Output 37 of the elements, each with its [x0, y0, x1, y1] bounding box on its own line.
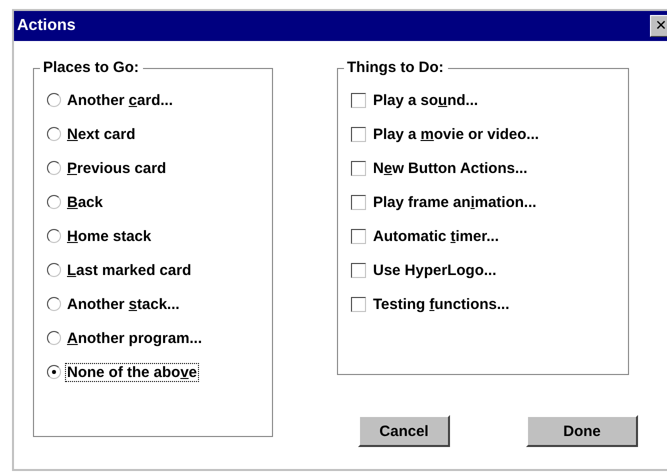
option-label[interactable]: Play a movie or video...: [371, 124, 541, 144]
option-label[interactable]: Another card...: [65, 90, 175, 110]
radio-button[interactable]: [47, 365, 61, 379]
radio-button[interactable]: [47, 127, 61, 141]
option-label[interactable]: Use HyperLogo...: [371, 260, 498, 280]
option-label[interactable]: Play frame animation...: [371, 192, 538, 212]
option-label[interactable]: New Button Actions...: [371, 158, 530, 178]
checkbox[interactable]: [351, 126, 366, 142]
option-label[interactable]: None of the above: [65, 362, 200, 382]
option-label[interactable]: Testing functions...: [371, 294, 512, 314]
window-title: Actions: [17, 17, 76, 35]
radio-button[interactable]: [47, 263, 61, 277]
checkbox[interactable]: [351, 296, 366, 312]
radio-button[interactable]: [47, 195, 61, 209]
option-label[interactable]: Automatic timer...: [371, 226, 501, 246]
close-button[interactable]: ✕: [650, 15, 667, 37]
radio-button[interactable]: [47, 93, 61, 107]
radio-button[interactable]: [47, 161, 61, 175]
option-label[interactable]: Home stack: [65, 226, 154, 246]
group-title: Things to Do:: [344, 59, 448, 77]
checkbox[interactable]: [351, 262, 366, 278]
option-label[interactable]: Next card: [65, 124, 138, 144]
cancel-button[interactable]: Cancel: [358, 415, 450, 447]
option-label[interactable]: Another program...: [65, 328, 204, 348]
radio-button[interactable]: [47, 297, 61, 311]
option-label[interactable]: Play a sound...: [371, 90, 480, 110]
checkbox[interactable]: [351, 194, 366, 210]
option-label[interactable]: Last marked card: [65, 260, 194, 280]
checkbox[interactable]: [351, 160, 366, 176]
checkbox[interactable]: [351, 92, 366, 108]
option-label[interactable]: Another stack...: [65, 294, 182, 314]
radio-button[interactable]: [47, 229, 61, 243]
checkbox[interactable]: [351, 228, 366, 244]
done-button[interactable]: Done: [526, 415, 638, 447]
option-label[interactable]: Previous card: [65, 158, 168, 178]
option-label[interactable]: Back: [65, 192, 105, 212]
radio-button[interactable]: [47, 331, 61, 345]
